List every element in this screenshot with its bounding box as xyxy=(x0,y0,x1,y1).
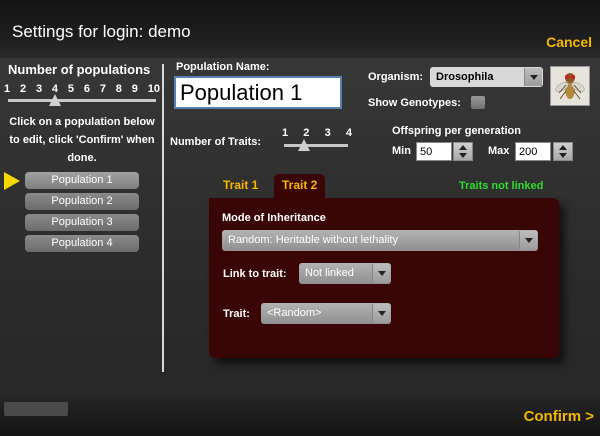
tab-trait-2[interactable]: Trait 2 xyxy=(274,174,326,199)
number-of-traits-label: Number of Traits: xyxy=(170,136,262,148)
mode-of-inheritance-value: Random: Heritable without lethality xyxy=(228,234,398,246)
population-button-3[interactable]: Population 3 xyxy=(25,214,139,231)
slider-tick: 8 xyxy=(115,83,122,95)
population-button-4[interactable]: Population 4 xyxy=(25,235,139,252)
tab-trait-1[interactable]: Trait 1 xyxy=(215,174,266,199)
trait-value: <Random> xyxy=(267,307,322,319)
mode-of-inheritance-label: Mode of Inheritance xyxy=(222,212,326,224)
population-button-1[interactable]: Population 1 xyxy=(25,172,139,189)
population-slider-track[interactable] xyxy=(8,99,156,102)
chevron-down-icon[interactable] xyxy=(372,264,390,283)
fruit-fly-image xyxy=(550,66,590,106)
organism-select[interactable]: Drosophila xyxy=(430,67,543,87)
slider-tick: 9 xyxy=(131,83,138,95)
show-genotypes-label: Show Genotypes: xyxy=(368,97,461,109)
slider-tick: 10 xyxy=(147,83,160,95)
min-offspring-input[interactable] xyxy=(416,142,452,161)
population-button-2[interactable]: Population 2 xyxy=(25,193,139,210)
traits-slider-ticks: 1 2 3 4 xyxy=(282,127,352,139)
footer-bar xyxy=(0,396,600,436)
page-title: Settings for login: demo xyxy=(12,22,191,41)
chevron-down-icon[interactable] xyxy=(519,231,537,250)
organism-label: Organism: xyxy=(368,71,424,83)
vertical-divider xyxy=(162,64,164,372)
min-stepper[interactable] xyxy=(453,142,473,161)
slider-tick: 6 xyxy=(83,83,90,95)
number-of-populations-label: Number of populations xyxy=(8,62,151,77)
population-name-label: Population Name: xyxy=(176,61,270,73)
link-to-trait-value: Not linked xyxy=(305,267,354,279)
population-slider-ticks: 1 2 3 4 5 6 7 8 9 10 xyxy=(4,83,160,95)
slider-tick: 4 xyxy=(51,83,59,95)
link-to-trait-select[interactable]: Not linked xyxy=(299,263,391,284)
min-label: Min xyxy=(392,145,411,157)
organism-value: Drosophila xyxy=(436,71,494,83)
selected-arrow-icon xyxy=(4,172,20,190)
max-stepper[interactable] xyxy=(553,142,573,161)
header-bar: Settings for login: demo Cancel xyxy=(0,0,600,58)
footer-block xyxy=(4,402,68,416)
slider-tick: 1 xyxy=(282,127,289,139)
traits-status: Traits not linked xyxy=(459,180,544,192)
link-to-trait-label: Link to trait: xyxy=(223,268,287,280)
population-name-input[interactable] xyxy=(174,76,342,109)
cancel-button[interactable]: Cancel xyxy=(546,34,592,50)
mode-of-inheritance-select[interactable]: Random: Heritable without lethality xyxy=(222,230,538,251)
slider-tick: 5 xyxy=(67,83,74,95)
slider-tick: 3 xyxy=(324,127,331,139)
offspring-label: Offspring per generation xyxy=(392,125,521,137)
max-label: Max xyxy=(488,145,510,157)
confirm-button[interactable]: Confirm > xyxy=(524,408,594,425)
settings-window: Settings for login: demo Cancel Number o… xyxy=(0,0,600,436)
population-list: Population 1 Population 2 Population 3 P… xyxy=(25,172,139,256)
slider-tick: 2 xyxy=(303,127,310,139)
slider-tick: 3 xyxy=(35,83,43,95)
traits-slider-track[interactable] xyxy=(284,144,348,147)
slider-tick: 7 xyxy=(99,83,106,95)
trait-select[interactable]: <Random> xyxy=(261,303,391,324)
trait-label: Trait: xyxy=(223,308,250,320)
chevron-down-icon[interactable] xyxy=(524,68,542,86)
slider-tick: 2 xyxy=(19,83,27,95)
chevron-down-icon[interactable] xyxy=(372,304,390,323)
instructions-text: Click on a population below to edit, cli… xyxy=(9,116,155,164)
show-genotypes-checkbox[interactable] xyxy=(471,96,485,109)
slider-tick: 4 xyxy=(345,127,352,139)
max-offspring-input[interactable] xyxy=(515,142,551,161)
slider-tick: 1 xyxy=(4,83,11,95)
